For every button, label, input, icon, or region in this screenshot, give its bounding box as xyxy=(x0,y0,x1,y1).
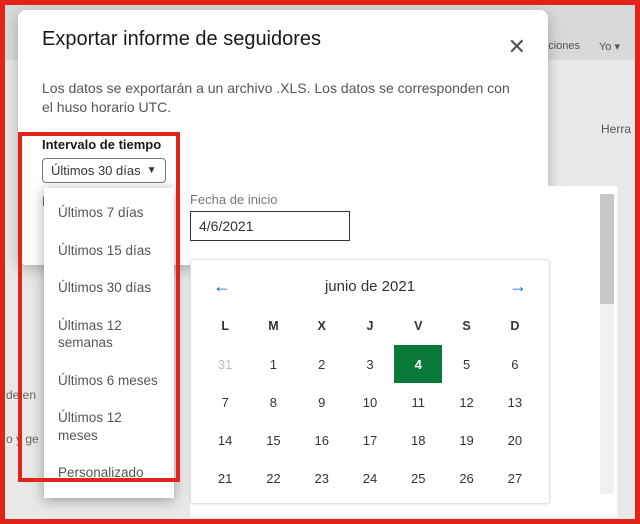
calendar-day[interactable]: 3 xyxy=(346,345,394,383)
interval-option[interactable]: Últimos 6 meses xyxy=(44,362,174,400)
calendar-dow-cell: V xyxy=(394,311,442,345)
calendar-day[interactable]: 15 xyxy=(249,421,297,459)
modal-description: Los datos se exportarán a un archivo .XL… xyxy=(42,79,524,117)
interval-dropdown: Últimos 7 díasÚltimos 15 díasÚltimos 30 … xyxy=(44,188,174,498)
calendar-day[interactable]: 4 xyxy=(394,345,442,383)
calendar-day[interactable]: 23 xyxy=(298,459,346,497)
calendar-day[interactable]: 21 xyxy=(201,459,249,497)
start-date-input[interactable] xyxy=(190,211,350,241)
interval-label: Intervalo de tiempo xyxy=(42,137,524,152)
bg-text-tools: Herra xyxy=(601,122,631,136)
interval-option[interactable]: Últimas 12 semanas xyxy=(44,307,174,362)
calendar-day[interactable]: 6 xyxy=(491,345,539,383)
calendar-day[interactable]: 22 xyxy=(249,459,297,497)
bg-frag1: de en xyxy=(6,388,36,402)
close-icon[interactable]: ✕ xyxy=(508,36,526,58)
next-month-icon[interactable]: → xyxy=(505,272,531,301)
calendar-day-grid: 3112345678910111213141516171819202122232… xyxy=(201,345,539,497)
interval-option[interactable]: Últimos 7 días xyxy=(44,194,174,232)
calendar-dow-row: LMXJVSD xyxy=(201,311,539,345)
caret-down-icon: ▼ xyxy=(147,165,157,176)
calendar-day[interactable]: 8 xyxy=(249,383,297,421)
calendar-day[interactable]: 11 xyxy=(394,383,442,421)
prev-month-icon[interactable]: ← xyxy=(209,272,235,301)
calendar-day[interactable]: 20 xyxy=(491,421,539,459)
calendar-day[interactable]: 25 xyxy=(394,459,442,497)
calendar-day[interactable]: 2 xyxy=(298,345,346,383)
calendar-dow-cell: X xyxy=(298,311,346,345)
interval-option[interactable]: Personalizado xyxy=(44,454,174,492)
modal-title: Exportar informe de seguidores xyxy=(42,28,524,51)
scrollbar-track[interactable] xyxy=(600,194,614,494)
calendar-day[interactable]: 24 xyxy=(346,459,394,497)
calendar-dow-cell: M xyxy=(249,311,297,345)
calendar-day[interactable]: 27 xyxy=(491,459,539,497)
calendar-day[interactable]: 10 xyxy=(346,383,394,421)
bg-text-me[interactable]: Yo ▾ xyxy=(599,40,620,53)
scrollbar-thumb[interactable] xyxy=(600,194,614,304)
calendar-dow-cell: L xyxy=(201,311,249,345)
interval-option[interactable]: Últimos 12 meses xyxy=(44,399,174,454)
calendar-day[interactable]: 12 xyxy=(442,383,490,421)
calendar-month-label: junio de 2021 xyxy=(325,278,415,295)
calendar-dow-cell: D xyxy=(491,311,539,345)
interval-option[interactable]: Últimos 30 días xyxy=(44,269,174,307)
interval-option[interactable]: Últimos 15 días xyxy=(44,232,174,270)
calendar-day[interactable]: 18 xyxy=(394,421,442,459)
calendar-dow-cell: J xyxy=(346,311,394,345)
calendar-day[interactable]: 14 xyxy=(201,421,249,459)
calendar-day[interactable]: 26 xyxy=(442,459,490,497)
interval-select[interactable]: Últimos 30 días ▼ xyxy=(42,158,166,183)
calendar: ← junio de 2021 → LMXJVSD 31123456789101… xyxy=(190,259,550,504)
calendar-day[interactable]: 9 xyxy=(298,383,346,421)
calendar-day[interactable]: 13 xyxy=(491,383,539,421)
date-panel: Fecha de inicio ← junio de 2021 → LMXJVS… xyxy=(190,186,618,518)
bg-frag2: o y ge xyxy=(6,432,39,446)
calendar-day[interactable]: 19 xyxy=(442,421,490,459)
calendar-day[interactable]: 16 xyxy=(298,421,346,459)
start-date-label: Fecha de inicio xyxy=(190,186,618,211)
interval-selected-value: Últimos 30 días xyxy=(51,163,141,178)
calendar-day[interactable]: 7 xyxy=(201,383,249,421)
calendar-day[interactable]: 5 xyxy=(442,345,490,383)
calendar-day[interactable]: 17 xyxy=(346,421,394,459)
calendar-day[interactable]: 31 xyxy=(201,345,249,383)
calendar-day[interactable]: 1 xyxy=(249,345,297,383)
calendar-dow-cell: S xyxy=(442,311,490,345)
